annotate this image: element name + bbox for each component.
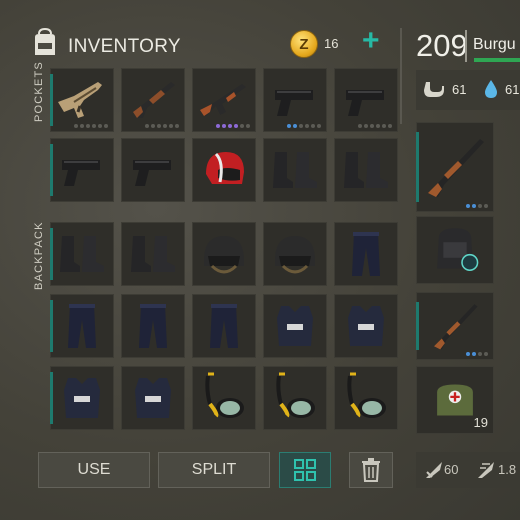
coin-count: 16 xyxy=(324,36,339,51)
police-pants-icon xyxy=(54,298,110,354)
inventory-slot[interactable] xyxy=(192,68,256,132)
grid-icon xyxy=(294,459,316,481)
police-pants-icon xyxy=(338,226,394,282)
hunting-rifle-icon xyxy=(422,298,488,354)
inventory-slot[interactable] xyxy=(192,222,256,286)
inventory-slot[interactable] xyxy=(263,366,327,430)
durability-dots xyxy=(287,124,321,128)
slot-highlight xyxy=(416,132,419,202)
equipment-slot[interactable] xyxy=(416,122,494,212)
inventory-slot[interactable] xyxy=(50,366,114,430)
inventory-slot[interactable] xyxy=(334,138,398,202)
inventory-slot[interactable] xyxy=(121,138,185,202)
durability-dots xyxy=(216,124,250,128)
police-vest-icon xyxy=(125,370,181,426)
attack-speed-icon xyxy=(478,462,494,478)
inventory-slot[interactable] xyxy=(121,222,185,286)
health-bar xyxy=(474,58,520,62)
inventory-slot[interactable] xyxy=(50,294,114,358)
equipment-slot[interactable] xyxy=(416,292,494,360)
inventory-slot[interactable] xyxy=(263,68,327,132)
inventory-slot[interactable] xyxy=(263,294,327,358)
equipment-slot[interactable] xyxy=(416,216,494,284)
pistol-icon xyxy=(267,72,323,128)
damage-icon xyxy=(426,462,442,478)
stomach-icon xyxy=(424,82,444,97)
attack-value: 60 xyxy=(444,462,459,477)
snorkel-mask-icon xyxy=(338,370,394,426)
inventory-slot[interactable] xyxy=(334,68,398,132)
inventory-slot[interactable] xyxy=(263,222,327,286)
tactical-helmet-icon xyxy=(196,226,252,282)
pistol-icon xyxy=(338,72,394,128)
assault-rifle-desert-icon xyxy=(54,72,110,128)
slot-highlight xyxy=(50,228,53,280)
food-value: 61 xyxy=(452,82,467,97)
inventory-slot[interactable] xyxy=(121,68,185,132)
red-helmet-icon xyxy=(196,142,252,198)
durability-dots xyxy=(358,124,392,128)
slot-highlight xyxy=(50,372,53,424)
tactical-helmet-icon xyxy=(267,226,323,282)
character-name: Burgu xyxy=(473,36,516,53)
durability-dots xyxy=(74,124,108,128)
ak-rifle-icon xyxy=(196,72,252,128)
inventory-slot[interactable] xyxy=(263,138,327,202)
slot-highlight xyxy=(50,144,53,196)
inventory-title: INVENTORY xyxy=(68,36,181,57)
item-quantity: 19 xyxy=(473,415,488,430)
hunting-rifle-icon xyxy=(422,130,488,204)
slot-highlight xyxy=(50,300,53,352)
pockets-label: POCKETS xyxy=(33,61,45,122)
water-drop-icon xyxy=(485,80,497,98)
inventory-slot[interactable] xyxy=(334,294,398,358)
inventory-slot[interactable] xyxy=(334,366,398,430)
slot-highlight xyxy=(416,302,419,350)
black-boots-icon xyxy=(267,142,323,198)
inventory-slot[interactable] xyxy=(121,366,185,430)
slot-highlight xyxy=(50,74,53,126)
inventory-slot[interactable] xyxy=(50,68,114,132)
panel-divider xyxy=(400,28,402,124)
snorkel-mask-icon xyxy=(267,370,323,426)
split-button[interactable]: SPLIT xyxy=(158,452,270,488)
pistol-icon xyxy=(54,142,110,198)
black-boots-icon xyxy=(338,142,394,198)
pistol-icon xyxy=(125,142,181,198)
backpack-icon xyxy=(35,28,55,55)
durability-dots xyxy=(466,352,488,356)
inventory-slot[interactable] xyxy=(50,138,114,202)
backpack-icon xyxy=(422,222,488,278)
police-vest-icon xyxy=(54,370,110,426)
police-pants-icon xyxy=(196,298,252,354)
durability-dots xyxy=(145,124,179,128)
black-boots-icon xyxy=(54,226,110,282)
add-coins-button[interactable]: + xyxy=(362,26,380,56)
health-value: 209 xyxy=(416,28,468,63)
inventory-slot[interactable] xyxy=(334,222,398,286)
sort-grid-button[interactable] xyxy=(279,452,331,488)
police-vest-icon xyxy=(267,298,323,354)
black-boots-icon xyxy=(125,226,181,282)
snorkel-mask-icon xyxy=(196,370,252,426)
police-pants-icon xyxy=(125,298,181,354)
delete-button[interactable] xyxy=(349,452,393,488)
inventory-slot[interactable] xyxy=(50,222,114,286)
water-value: 61 xyxy=(505,82,520,97)
equipment-slot[interactable]: 19 xyxy=(416,366,494,434)
coin-icon: Z xyxy=(290,30,318,58)
inventory-slot[interactable] xyxy=(192,294,256,358)
use-button[interactable]: USE xyxy=(38,452,150,488)
backpack-label: BACKPACK xyxy=(33,221,45,290)
header-divider xyxy=(465,30,467,62)
shotgun-icon xyxy=(125,72,181,128)
trash-icon xyxy=(362,458,380,482)
attack-speed-value: 1.8 xyxy=(498,462,517,477)
inventory-slot[interactable] xyxy=(192,366,256,430)
inventory-slot[interactable] xyxy=(192,138,256,202)
police-vest-icon xyxy=(338,298,394,354)
durability-dots xyxy=(466,204,488,208)
inventory-slot[interactable] xyxy=(121,294,185,358)
